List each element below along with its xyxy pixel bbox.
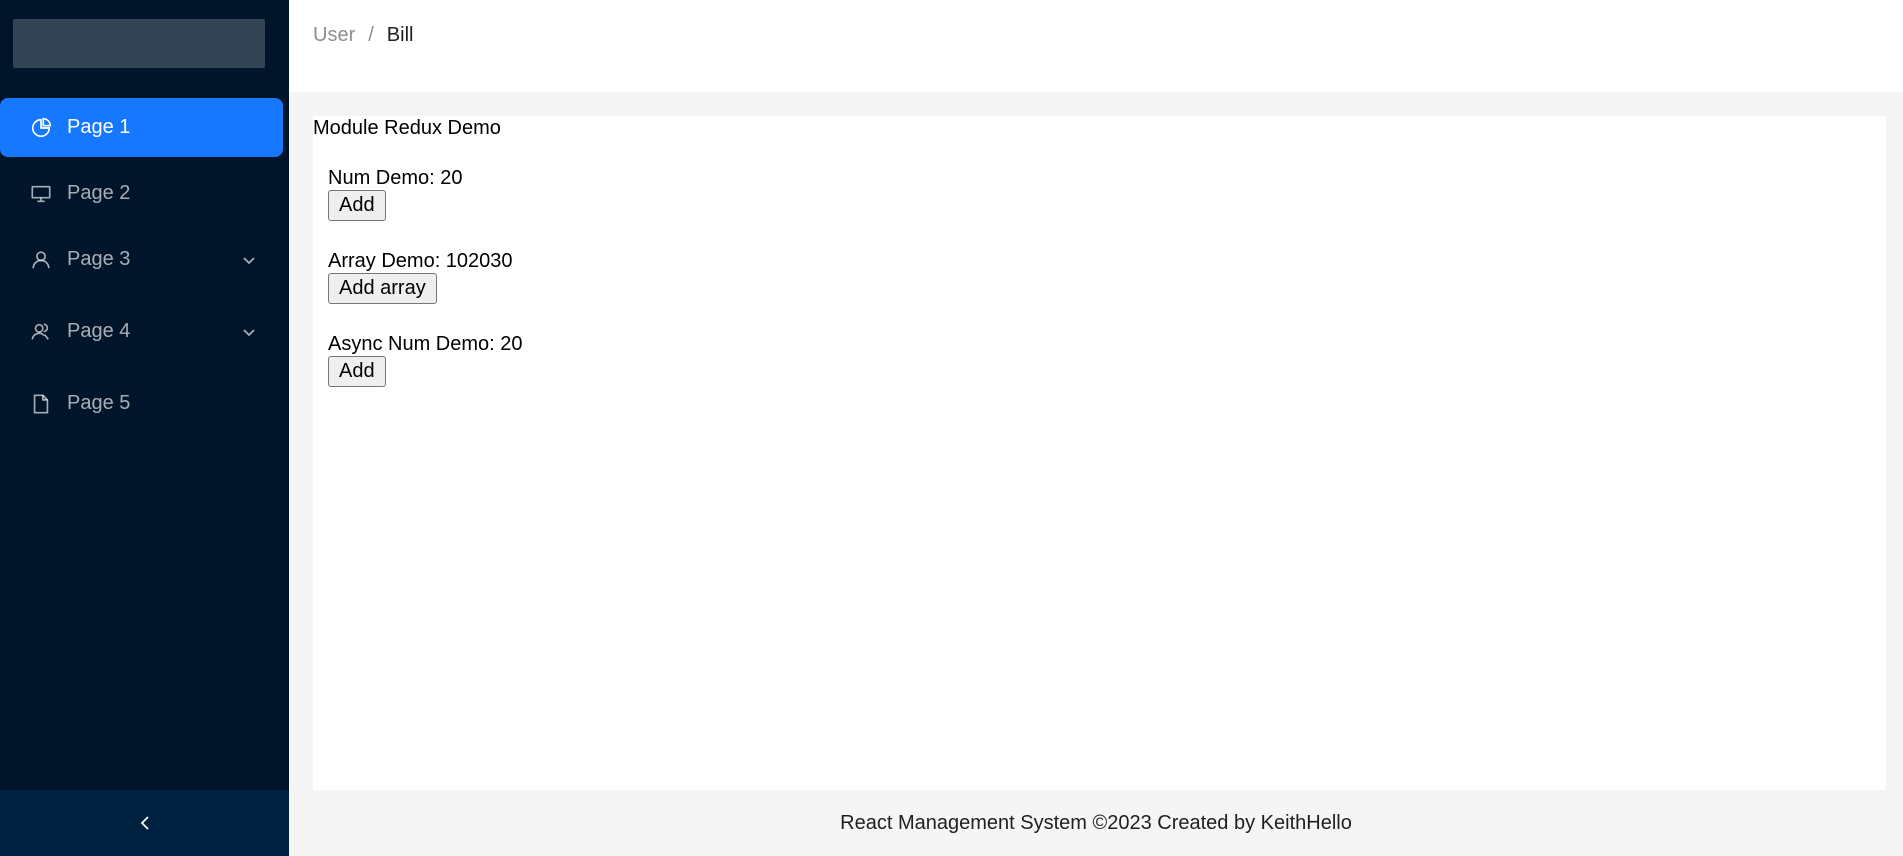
file-icon [30,393,52,415]
main-area: User / Bill Module Redux Demo Num Demo: … [289,0,1903,856]
sidebar-item-page-4[interactable]: Page 4 [0,302,283,361]
chevron-down-icon [243,256,255,264]
async-demo-section: Async Num Demo: 20 Add [328,332,523,387]
pie-chart-icon [30,117,52,139]
breadcrumb-item-user[interactable]: User [313,24,355,47]
footer: React Management System ©2023 Created by… [289,790,1903,856]
sidebar: Page 1 Page 2 Page 3 Page 4 Page 5 [0,0,289,856]
sidebar-item-label: Page 5 [67,392,131,414]
num-demo-section: Num Demo: 20 Add [328,166,463,221]
breadcrumb: User / Bill [313,24,413,47]
logo-placeholder [13,19,265,68]
sidebar-item-label: Page 1 [67,116,131,138]
team-icon [30,321,52,343]
async-demo-label: Async Num Demo: 20 [328,333,523,355]
breadcrumb-item-bill: Bill [386,24,414,46]
user-icon [30,249,52,271]
sidebar-collapse-button[interactable] [0,790,289,856]
chevron-left-icon [140,816,149,830]
add-array-button[interactable]: Add array [328,273,437,304]
breadcrumb-separator: / [368,24,374,46]
page-header: User / Bill [289,0,1903,92]
sidebar-item-label: Page 3 [67,248,131,270]
desktop-icon [30,183,52,205]
content-panel: Module Redux Demo Num Demo: 20 Add Array… [313,116,1886,790]
sidebar-item-label: Page 2 [67,182,131,204]
sidebar-item-label: Page 4 [67,320,131,342]
num-add-button[interactable]: Add [328,190,386,221]
footer-text: React Management System ©2023 Created by… [840,811,1352,834]
sidebar-item-page-3[interactable]: Page 3 [0,230,283,289]
app-layout: Page 1 Page 2 Page 3 Page 4 Page 5 User … [0,0,1903,856]
sidebar-item-page-2[interactable]: Page 2 [0,164,283,223]
array-demo-label: Array Demo: 102030 [328,250,513,272]
num-demo-label: Num Demo: 20 [328,167,463,189]
array-demo-section: Array Demo: 102030 Add array [328,249,513,304]
chevron-down-icon [243,328,255,336]
sidebar-item-page-1[interactable]: Page 1 [0,98,283,157]
async-add-button[interactable]: Add [328,356,386,387]
page-title: Module Redux Demo [313,117,501,139]
sidebar-item-page-5[interactable]: Page 5 [0,374,283,433]
